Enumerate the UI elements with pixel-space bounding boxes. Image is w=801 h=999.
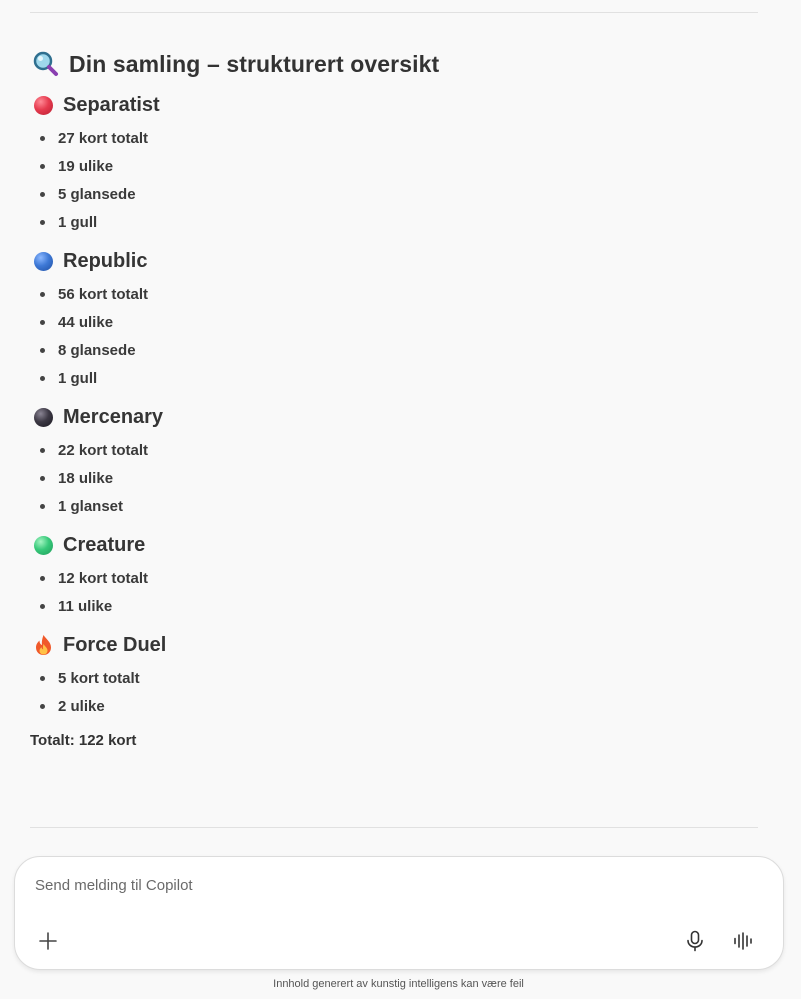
black-circle-icon (34, 407, 53, 427)
heading-row: Din samling – strukturert oversikt (30, 44, 770, 84)
list-item: 18 ulike (30, 464, 770, 492)
list-item: 27 kort totalt (30, 124, 770, 152)
bullet (40, 603, 45, 609)
list-item: 1 gull (30, 364, 770, 392)
bullet (40, 219, 45, 225)
section-list-republic: 56 kort totalt 44 ulike 8 glansede 1 gul… (30, 280, 770, 392)
list-item: 5 kort totalt (30, 664, 770, 692)
section-heading-separatist: Separatist (30, 90, 770, 120)
list-item: 22 kort totalt (30, 436, 770, 464)
bullet (40, 163, 45, 169)
list-item: 1 gull (30, 208, 770, 236)
section-list-creature: 12 kort totalt 11 ulike (30, 564, 770, 620)
top-divider (30, 12, 758, 13)
section-title: Mercenary (63, 405, 164, 428)
bullet (40, 375, 45, 381)
section-list-mercenary: 22 kort totalt 18 ulike 1 glanset (30, 436, 770, 520)
message-input[interactable]: Send melding til Copilot (35, 877, 193, 894)
bullet (40, 347, 45, 353)
voice-wave-icon[interactable] (727, 925, 759, 957)
list-item: 44 ulike (30, 308, 770, 336)
list-item: 8 glansede (30, 336, 770, 364)
list-item: 12 kort totalt (30, 564, 770, 592)
section-list-separatist: 27 kort totalt 19 ulike 5 glansede 1 gul… (30, 124, 770, 236)
bullet (40, 503, 45, 509)
page-title: Din samling – strukturert oversikt (69, 50, 440, 77)
list-item: 19 ulike (30, 152, 770, 180)
bottom-divider (30, 827, 758, 828)
bullet (40, 447, 45, 453)
bullet (40, 575, 45, 581)
list-item: 1 glanset (30, 492, 770, 520)
section-title: Republic (63, 249, 148, 272)
message-content: Din samling – strukturert oversikt Separ… (30, 44, 770, 750)
list-item: 2 ulike (30, 692, 770, 720)
section-heading-republic: Republic (30, 246, 770, 276)
plus-icon[interactable] (32, 925, 64, 957)
red-circle-icon (34, 95, 53, 115)
section-heading-force-duel: Force Duel (30, 630, 770, 660)
ai-disclaimer: Innhold generert av kunstig intelligens … (273, 978, 524, 990)
section-title: Separatist (63, 93, 160, 116)
section-heading-creature: Creature (30, 530, 770, 560)
bullet (40, 135, 45, 141)
magnifying-glass-icon (33, 51, 59, 77)
fire-icon (34, 634, 53, 656)
section-title: Creature (63, 533, 146, 556)
section-list-force-duel: 5 kort totalt 2 ulike (30, 664, 770, 720)
section-title: Force Duel (63, 633, 167, 656)
list-item: 5 glansede (30, 180, 770, 208)
bullet (40, 475, 45, 481)
list-item: 56 kort totalt (30, 280, 770, 308)
blue-circle-icon (34, 251, 53, 271)
bullet (40, 319, 45, 325)
microphone-icon[interactable] (679, 925, 711, 957)
section-heading-mercenary: Mercenary (30, 402, 770, 432)
bullet (40, 703, 45, 709)
bullet (40, 675, 45, 681)
total-summary: Totalt: 122 kort (30, 732, 137, 749)
message-composer[interactable]: Send melding til Copilot (14, 856, 784, 970)
bullet (40, 191, 45, 197)
green-circle-icon (34, 535, 53, 555)
bullet (40, 291, 45, 297)
list-item: 11 ulike (30, 592, 770, 620)
